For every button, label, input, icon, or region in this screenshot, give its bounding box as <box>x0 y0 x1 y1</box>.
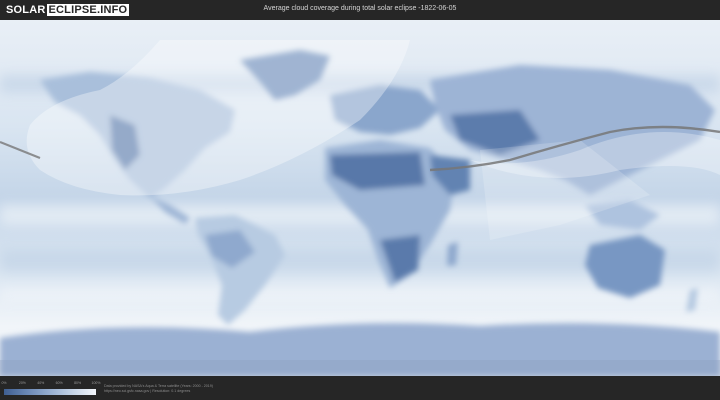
legend-color-bar <box>4 389 96 395</box>
cloud-coverage-map <box>0 20 720 376</box>
legend-tick: 100% <box>91 381 101 385</box>
legend-tick: 80% <box>74 381 82 385</box>
data-credits: Data provided by NASA's Aqua & Terra sat… <box>104 384 213 394</box>
legend-tick: 40% <box>37 381 45 385</box>
legend-tick: 20% <box>18 381 26 385</box>
credit-line-link[interactable]: https://neo.sci.gsfc.nasa.gov | Resoluti… <box>104 389 213 394</box>
legend-tick: 0% <box>1 381 7 385</box>
legend-ticks: 0% 20% 40% 60% 80% 100% <box>1 381 100 387</box>
cloud-legend: 0% 20% 40% 60% 80% 100% <box>1 381 100 399</box>
legend-tick: 60% <box>55 381 63 385</box>
page-title: Average cloud coverage during total sola… <box>263 5 457 12</box>
